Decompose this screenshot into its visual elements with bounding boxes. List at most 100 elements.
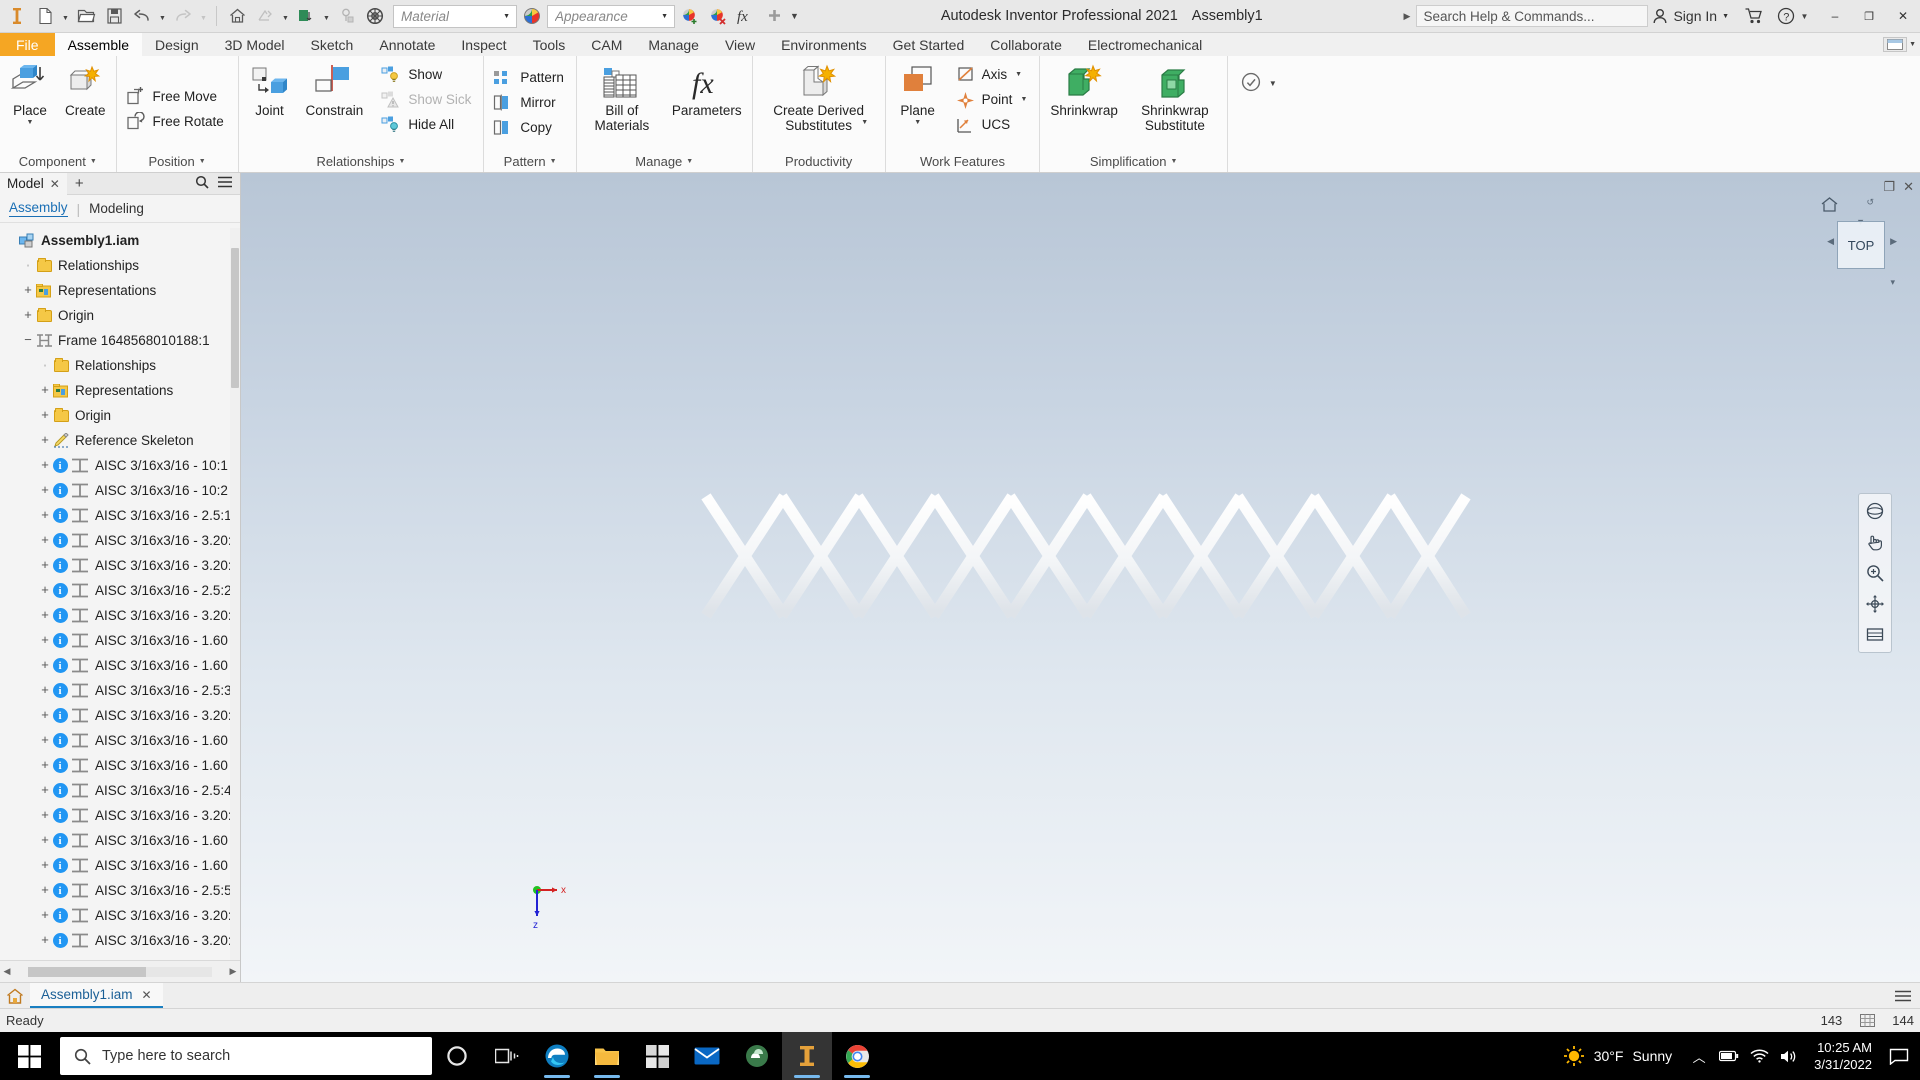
tree-expander[interactable]: + xyxy=(38,833,52,848)
tab-cam[interactable]: CAM xyxy=(578,33,635,56)
viewcube-right-arrow-icon[interactable]: ▶ xyxy=(1890,236,1897,247)
point-button[interactable]: Point ▼ xyxy=(950,87,1037,112)
tab-tools[interactable]: Tools xyxy=(520,33,579,56)
browser-tab-model[interactable]: Model ✕ xyxy=(0,173,67,195)
tree-expander[interactable]: + xyxy=(38,758,52,773)
update-icon[interactable] xyxy=(293,3,319,29)
tree-expander[interactable]: + xyxy=(38,583,52,598)
tree-expander[interactable]: + xyxy=(38,458,52,473)
tab-environments[interactable]: Environments xyxy=(768,33,880,56)
axis-chevron-down-icon[interactable]: ▼ xyxy=(1015,71,1022,78)
tab-sketch[interactable]: Sketch xyxy=(298,33,367,56)
sign-in-button[interactable]: Sign In ▼ xyxy=(1648,8,1733,25)
tree-node[interactable]: Assembly1.iam xyxy=(0,228,240,253)
ribbon-options-chevron-down-icon[interactable]: ▼ xyxy=(1909,41,1916,48)
tree-expander[interactable]: + xyxy=(21,308,35,323)
panel-relationships-chevron-down-icon[interactable]: ▼ xyxy=(398,158,405,165)
tree-node[interactable]: + i AISC 3/16x3/16 - 3.20: xyxy=(0,803,240,828)
tree-expander[interactable]: + xyxy=(21,283,35,298)
tab-electromechanical[interactable]: Electromechanical xyxy=(1075,33,1215,56)
chevron-up-icon[interactable]: ︿ xyxy=(1684,1032,1714,1080)
tree-node[interactable]: + i AISC 3/16x3/16 - 2.5:2 xyxy=(0,578,240,603)
convert-button[interactable]: ▼ xyxy=(1231,68,1285,96)
shrinkwrap-button[interactable]: Shrinkwrap xyxy=(1043,60,1125,119)
browser-vertical-scrollbar[interactable] xyxy=(230,228,240,960)
tree-expander[interactable]: + xyxy=(38,483,52,498)
fx-parameters-icon[interactable]: fx xyxy=(733,3,759,29)
scroll-left-arrow-icon[interactable]: ◀ xyxy=(0,966,14,977)
tree-node[interactable]: + i AISC 3/16x3/16 - 10:2 xyxy=(0,478,240,503)
tab-assemble[interactable]: Assemble xyxy=(54,33,143,56)
status-grid-icon[interactable] xyxy=(1858,1013,1876,1029)
free-rotate-button[interactable]: Free Rotate xyxy=(120,109,233,134)
wifi-icon[interactable] xyxy=(1744,1032,1774,1080)
tree-expander[interactable]: + xyxy=(38,708,52,723)
panel-simplification-label[interactable]: Simplification ▼ xyxy=(1040,150,1227,172)
shrinkwrap-substitute-button[interactable]: Shrinkwrap Substitute xyxy=(1126,60,1224,134)
axis-button[interactable]: Axis ▼ xyxy=(950,62,1037,87)
viewcube-context-icon[interactable]: ▾ xyxy=(1890,277,1895,288)
tree-expander[interactable]: + xyxy=(38,808,52,823)
tree-node[interactable]: − Frame 1648568010188:1 xyxy=(0,328,240,353)
canvas-close-icon[interactable]: ✕ xyxy=(1903,179,1914,195)
tree-node[interactable]: + i AISC 3/16x3/16 - 1.60 xyxy=(0,828,240,853)
undo-dropdown[interactable]: ▼ xyxy=(157,3,168,29)
maximize-button[interactable]: ❐ xyxy=(1852,2,1886,30)
hide-all-button[interactable]: Hide All xyxy=(375,112,480,137)
plane-chevron-down-icon[interactable]: ▼ xyxy=(914,119,921,127)
chrome-icon[interactable] xyxy=(832,1032,882,1080)
material-combo[interactable]: Material ▼ xyxy=(393,4,517,28)
tab-design[interactable]: Design xyxy=(142,33,212,56)
minimize-button[interactable]: – xyxy=(1818,2,1852,30)
tab-view[interactable]: View xyxy=(712,33,768,56)
undo-icon[interactable] xyxy=(129,3,155,29)
create-derived-substitutes-button[interactable]: Create Derived Substitutes ▼ xyxy=(756,60,882,143)
search-expand-icon[interactable]: ▶ xyxy=(1404,11,1411,22)
notification-icon[interactable] xyxy=(1882,1032,1916,1080)
tree-node[interactable]: + i AISC 3/16x3/16 - 1.60 xyxy=(0,753,240,778)
viewcube-rotate-ccw-icon[interactable]: ↺ xyxy=(1866,197,1874,208)
tree-expander[interactable]: + xyxy=(38,408,52,423)
ucs-button[interactable]: UCS xyxy=(950,112,1037,137)
cortana-icon[interactable] xyxy=(432,1032,482,1080)
browser-scroll-thumb[interactable] xyxy=(231,248,239,388)
tree-node[interactable]: + Reference Skeleton xyxy=(0,428,240,453)
open-file-icon[interactable] xyxy=(73,3,99,29)
look-at-icon[interactable] xyxy=(1862,622,1888,648)
show-button[interactable]: Show xyxy=(375,62,480,87)
place-component-chevron-down-icon[interactable]: ▼ xyxy=(27,119,34,127)
appearance-combo[interactable]: Appearance ▼ xyxy=(547,4,675,28)
material-chevron-down-icon[interactable]: ▼ xyxy=(499,13,514,20)
tree-node[interactable]: + i AISC 3/16x3/16 - 2.5:5 xyxy=(0,878,240,903)
menu-icon[interactable] xyxy=(218,176,232,191)
new-file-dropdown[interactable]: ▼ xyxy=(60,3,71,29)
home-icon[interactable] xyxy=(0,983,30,1008)
mirror-button[interactable]: Mirror xyxy=(487,90,573,115)
close-button[interactable]: ✕ xyxy=(1886,2,1920,30)
tree-node[interactable]: + i AISC 3/16x3/16 - 3.20: xyxy=(0,928,240,953)
tree-expander[interactable]: + xyxy=(38,658,52,673)
scroll-right-arrow-icon[interactable]: ▶ xyxy=(226,966,240,977)
panel-manage-label[interactable]: Manage ▼ xyxy=(577,150,752,172)
document-tabs-overflow-button[interactable] xyxy=(1895,983,1920,1008)
add-icon[interactable] xyxy=(761,3,787,29)
constrain-button[interactable]: Constrain xyxy=(299,60,371,119)
tree-expander[interactable]: + xyxy=(38,633,52,648)
edge-icon[interactable] xyxy=(532,1032,582,1080)
create-component-button[interactable]: Create xyxy=(58,60,113,119)
help-icon[interactable]: ? xyxy=(1773,3,1799,29)
orbit-icon[interactable] xyxy=(1862,498,1888,524)
clear-appearance-icon[interactable] xyxy=(705,3,731,29)
update-dropdown[interactable]: ▼ xyxy=(321,3,332,29)
tab-3d-model[interactable]: 3D Model xyxy=(212,33,298,56)
tree-node[interactable]: + i AISC 3/16x3/16 - 1.60 xyxy=(0,853,240,878)
zoom-magnifier-icon[interactable] xyxy=(1862,560,1888,586)
browser-subtab-assembly[interactable]: Assembly xyxy=(9,200,68,217)
parameters-button[interactable]: fx Parameters xyxy=(665,60,749,119)
browser-hscroll-thumb[interactable] xyxy=(28,966,146,977)
home-icon[interactable] xyxy=(224,3,250,29)
tree-expander[interactable]: − xyxy=(21,333,35,348)
viewcube-home-icon[interactable] xyxy=(1821,197,1838,217)
create-derived-substitutes-chevron-down-icon[interactable]: ▼ xyxy=(861,119,868,127)
document-tab-close-icon[interactable]: ✕ xyxy=(142,988,152,1002)
